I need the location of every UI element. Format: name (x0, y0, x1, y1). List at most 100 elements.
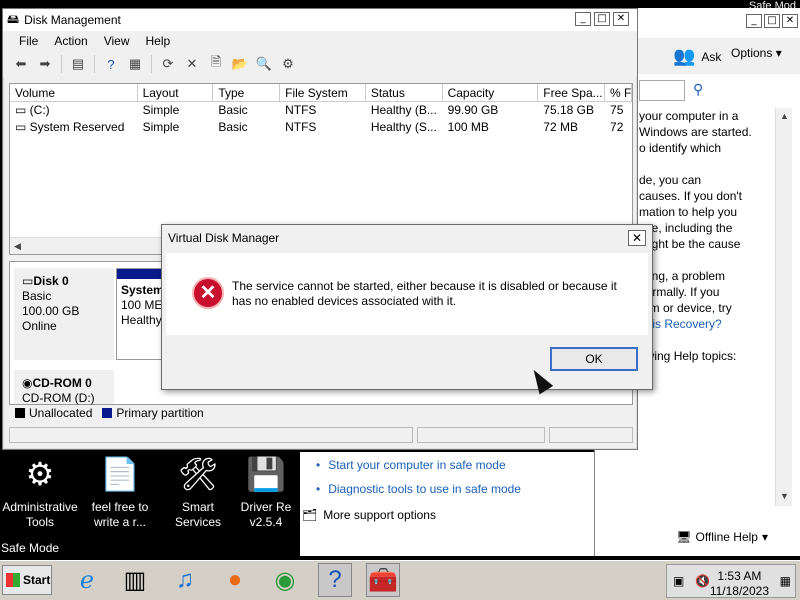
settings-icon[interactable]: ⚙ (278, 54, 298, 74)
start-button[interactable]: Start (2, 565, 52, 595)
link-diagnostic-tools[interactable]: • Diagnostic tools to use in safe mode (316, 482, 521, 496)
dialog-title: Virtual Disk Manager (168, 231, 280, 245)
scroll-down-icon[interactable]: ▼ (776, 488, 793, 504)
archive-tool-icon[interactable]: ▥ (118, 563, 152, 597)
desktop-icon-label: Smart Services (174, 500, 221, 529)
col-volume[interactable]: Volume (10, 84, 138, 101)
properties-icon[interactable]: ▦ (125, 54, 145, 74)
menu-help[interactable]: Help (146, 34, 171, 48)
col-percent-free[interactable]: % F (605, 84, 632, 101)
check-disk-icon[interactable]: 🗎 (206, 54, 226, 74)
help-text-line: mation to help you (639, 205, 738, 219)
ask-label: Ask (701, 49, 722, 64)
ok-button[interactable]: OK (550, 347, 638, 371)
percent-free-cell: 75 (610, 103, 624, 117)
disk0-size: 100.00 GB (22, 304, 80, 318)
link-start-safe-mode[interactable]: • Start your computer in safe mode (316, 458, 506, 472)
back-icon[interactable]: ⬅ (11, 54, 31, 74)
link-label: Diagnostic tools to use in safe mode (328, 482, 521, 496)
fs-cell: NTFS (285, 103, 317, 117)
disk0-state: Online (22, 319, 57, 333)
offline-help-label: Offline Help (695, 530, 758, 544)
toolbox-icon[interactable]: 🧰 (366, 563, 400, 597)
refresh-icon[interactable]: ⟳ (158, 54, 178, 74)
capacity-cell: 99.90 GB (447, 103, 499, 117)
help-app-icon[interactable]: ? (318, 563, 352, 597)
menu-file[interactable]: File (19, 34, 38, 48)
disk0-type: Basic (22, 289, 52, 303)
fs-cell: NTFS (285, 120, 317, 134)
toolbar-separator (61, 55, 62, 73)
disk0-label[interactable]: ▭Disk 0 Basic 100.00 GB Online (14, 268, 114, 360)
search-disk-icon[interactable]: 🔍 (254, 54, 274, 74)
safe-mode-label-bottom-left: Safe Mode (1, 541, 60, 555)
menu-action[interactable]: Action (54, 34, 87, 48)
network-icon[interactable]: ▣ (673, 574, 684, 588)
scroll-up-icon[interactable]: ▲ (776, 108, 793, 124)
desktop-icon-label: Administrative Tools (2, 500, 78, 529)
maximize-button[interactable]: □ (594, 12, 610, 26)
unallocated-swatch (15, 408, 25, 418)
type-cell: Basic (218, 120, 248, 134)
minimize-button[interactable]: _ (746, 14, 762, 28)
gear-window-icon: 🛠 (177, 455, 219, 492)
open-folder-icon[interactable]: 📂 (230, 54, 250, 74)
help-search-input[interactable] (639, 80, 685, 101)
close-button[interactable]: ✕ (782, 14, 798, 28)
maximize-button[interactable]: □ (764, 14, 780, 28)
bullet-icon: • (316, 482, 321, 496)
col-status[interactable]: Status (366, 84, 443, 101)
col-capacity[interactable]: Capacity (443, 84, 539, 101)
taskbar: Start ℯ ▥ ♫ ● ◉ ? 🧰 ▣ 🔇 1:53 AM 11/18/20… (0, 560, 800, 600)
volume-table-header: Volume Layout Type File System Status Ca… (10, 84, 632, 102)
forward-icon[interactable]: ➡ (35, 54, 55, 74)
internet-explorer-icon[interactable]: ℯ (70, 563, 104, 597)
minimize-button[interactable]: _ (575, 12, 591, 26)
status-cell: Healthy (S... (370, 120, 437, 134)
col-layout[interactable]: Layout (138, 84, 214, 101)
show-desktop-icon[interactable]: ▦ (780, 574, 791, 588)
dialog-message: The service cannot be started, either be… (232, 279, 617, 308)
desktop-icon-smart-services[interactable]: 🛠 Smart Services (160, 452, 236, 530)
cdrom-label[interactable]: ◉CD-ROM 0 CD-ROM (D:) (14, 370, 114, 405)
layout-cell: Simple (142, 120, 180, 134)
disk-management-titlebar: 🖴 Disk Management _ □ ✕ (3, 9, 637, 31)
desktop-icon-admin-tools[interactable]: ⚙ Administrative Tools (2, 452, 78, 530)
chrome-icon[interactable]: ◉ (268, 563, 302, 597)
delete-icon[interactable]: ✕ (182, 54, 202, 74)
col-file-system[interactable]: File System (280, 84, 366, 101)
legend-primary: Primary partition (116, 406, 204, 420)
more-support-options[interactable]: 🗂 More support options (302, 508, 436, 522)
search-icon[interactable]: ⚲ (693, 81, 703, 98)
table-row[interactable]: ▭ (C:) Simple Basic NTFS Healthy (B... 9… (10, 102, 632, 119)
scroll-left-icon[interactable]: ◀ (14, 241, 21, 251)
help-icon[interactable]: ? (101, 54, 121, 74)
offline-help-button[interactable]: 🖥 Offline Help ▾ (676, 528, 768, 546)
clock[interactable]: 1:53 AM 11/18/2023 (710, 569, 769, 599)
window-title: Disk Management (24, 13, 121, 27)
volume-cell: ▭ (C:) (10, 102, 138, 119)
options-button[interactable]: Options ▾ (731, 46, 782, 60)
disk0-name: Disk 0 (33, 274, 69, 288)
desktop-icon-label: feel free to write a r... (91, 500, 149, 529)
close-button[interactable]: ✕ (628, 230, 646, 246)
people-icon: 👥 (673, 46, 696, 66)
table-row[interactable]: ▭ System Reserved Simple Basic NTFS Heal… (10, 119, 632, 136)
desktop-icon-text-file[interactable]: 📄 feel free to write a r... (82, 452, 158, 530)
ask-button[interactable]: 👥 Ask (673, 46, 721, 67)
help-text-line (639, 156, 775, 172)
music-player-icon[interactable]: ♫ (168, 563, 202, 597)
close-button[interactable]: ✕ (613, 12, 629, 26)
desktop-icon-driver[interactable]: 💾 Driver Re v2.5.4 (236, 452, 296, 530)
col-type[interactable]: Type (213, 84, 281, 101)
cdrom-drive: CD-ROM (D:) (22, 391, 95, 405)
help-scrollbar[interactable]: ▲ ▼ (775, 108, 792, 506)
col-free-space[interactable]: Free Spa... (538, 84, 606, 101)
dialog-titlebar: Virtual Disk Manager ✕ (162, 225, 652, 251)
help-text-line: your computer in a (639, 109, 739, 123)
menu-view[interactable]: View (104, 34, 130, 48)
help-text-line: normally. If you (639, 285, 720, 299)
firefox-icon[interactable]: ● (218, 563, 252, 597)
volume-muted-icon[interactable]: 🔇 (695, 574, 710, 588)
console-tree-icon[interactable]: ▤ (68, 54, 88, 74)
